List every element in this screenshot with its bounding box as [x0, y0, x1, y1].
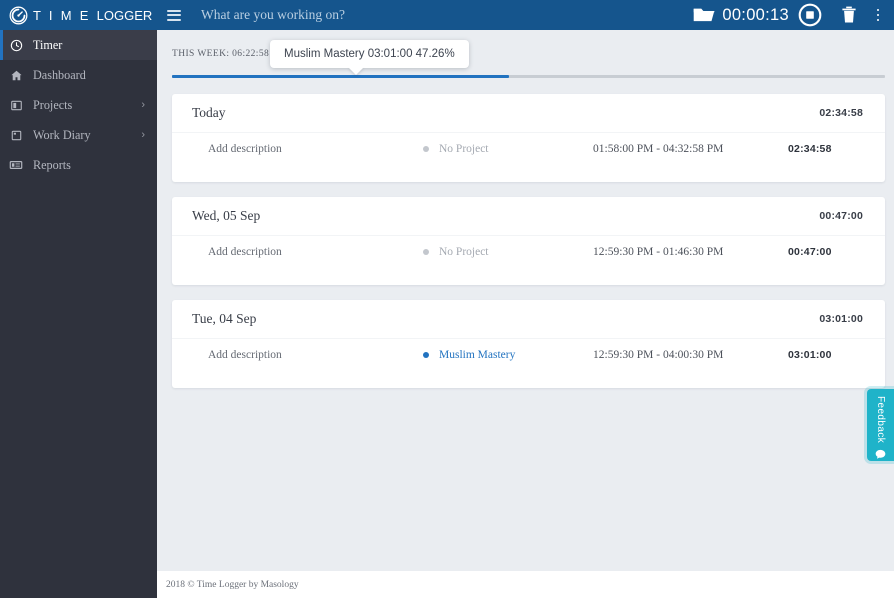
vertical-dots-icon	[876, 13, 880, 17]
progress-fill	[172, 75, 509, 78]
entry-duration: 02:34:58	[788, 143, 832, 155]
sidebar-item-dashboard[interactable]: Dashboard	[0, 60, 157, 90]
stop-button-icon	[798, 3, 822, 27]
home-icon	[9, 68, 23, 82]
clock-gauge-icon	[9, 6, 28, 24]
hamburger-line	[167, 18, 181, 21]
timer-controls: 00:00:13	[691, 2, 888, 28]
day-card: Tue, 04 Sep 03:01:00 Add description Muslim…	[172, 300, 885, 388]
sidebar-item-label: Work Diary	[33, 127, 91, 142]
sidebar-item-label: Projects	[33, 97, 73, 112]
day-cards-list: Today 02:34:58 Add description No Project 01…	[157, 79, 894, 388]
week-progress-bar[interactable]: Muslim Mastery 03:01:00 47.26%	[172, 40, 885, 79]
trash-icon	[842, 6, 856, 23]
sidebar-item-timer[interactable]: Timer	[0, 30, 157, 60]
feedback-label: Feedback	[875, 396, 886, 444]
sidebar-item-projects[interactable]: Projects ›	[0, 90, 157, 120]
time-entry-row[interactable]: Add description No Project 01:58:00 PM - 0…	[172, 132, 885, 165]
project-color-dot-icon	[423, 249, 429, 255]
entry-description-field[interactable]: Add description	[208, 246, 423, 258]
vertical-dots-icon	[876, 18, 880, 22]
day-card-header: Today 02:34:58	[172, 94, 885, 132]
brand-name: T I M E LOGGER	[33, 8, 152, 23]
running-timer-value: 00:00:13	[722, 5, 789, 24]
day-card-header: Tue, 04 Sep 03:01:00	[172, 300, 885, 338]
chat-bubble-icon	[875, 450, 886, 459]
feedback-tab[interactable]: Feedback	[867, 389, 894, 461]
folder-icon	[694, 8, 715, 22]
delete-entry-button[interactable]	[822, 3, 862, 27]
sidebar-item-reports[interactable]: Reports	[0, 150, 157, 180]
stop-timer-button[interactable]	[798, 3, 822, 27]
day-date-label: Today	[192, 105, 226, 120]
entry-duration: 03:01:00	[788, 349, 832, 361]
sidebar-item-work-diary[interactable]: Work Diary ›	[0, 120, 157, 150]
day-total-duration: 03:01:00	[819, 313, 863, 325]
top-bar: T I M E LOGGER 00:00:13	[0, 0, 894, 30]
day-card-footer	[172, 165, 885, 182]
sidebar-item-label: Dashboard	[33, 67, 86, 82]
week-total-label: THIS WEEK: 06:22:58	[172, 49, 270, 59]
entry-time-range: 12:59:30 PM - 01:46:30 PM	[593, 246, 724, 258]
clock-icon	[9, 38, 23, 52]
chevron-right-icon: ›	[141, 99, 145, 111]
entry-project[interactable]: No Project	[423, 143, 593, 155]
copyright-text: 2018 © Time Logger by Masology	[166, 579, 299, 590]
hamburger-line	[167, 9, 181, 12]
day-card: Today 02:34:58 Add description No Project 01…	[172, 94, 885, 182]
entry-duration: 00:47:00	[788, 246, 832, 258]
day-total-duration: 00:47:00	[819, 210, 863, 222]
more-options-button[interactable]	[868, 3, 888, 27]
project-folder-button[interactable]	[691, 2, 717, 28]
time-entry-row[interactable]: Add description Muslim Mastery 12:59:30 PM…	[172, 338, 885, 371]
main-content: THIS WEEK: 06:22:58 Muslim Mastery 03:01…	[157, 30, 894, 598]
progress-tooltip: Muslim Mastery 03:01:00 47.26%	[270, 40, 469, 68]
entry-time-range: 01:58:00 PM - 04:32:58 PM	[593, 143, 724, 155]
project-color-dot-icon	[423, 352, 429, 358]
day-date-label: Tue, 04 Sep	[192, 311, 257, 326]
sidebar-navigation: Timer Dashboard Projects › Work Diary ›	[0, 30, 157, 598]
project-color-dot-icon	[423, 146, 429, 152]
sidebar-item-label: Timer	[33, 37, 63, 52]
project-name-label: No Project	[439, 143, 489, 155]
entry-project[interactable]: No Project	[423, 246, 593, 258]
entry-description-field[interactable]: Add description	[208, 349, 423, 361]
day-card-footer	[172, 371, 885, 388]
day-total-duration: 02:34:58	[819, 107, 863, 119]
entry-project[interactable]: Muslim Mastery	[423, 349, 593, 361]
entry-description-field[interactable]: Add description	[208, 143, 423, 155]
hamburger-menu-icon[interactable]	[167, 9, 181, 21]
day-card-header: Wed, 05 Sep 00:47:00	[172, 197, 885, 235]
notebook-icon	[9, 128, 23, 142]
day-card: Wed, 05 Sep 00:47:00 Add description No Pro…	[172, 197, 885, 285]
brand-logo[interactable]: T I M E LOGGER	[0, 0, 157, 30]
page-footer: 2018 © Time Logger by Masology	[157, 571, 894, 598]
time-entry-row[interactable]: Add description No Project 12:59:30 PM - 0…	[172, 235, 885, 268]
task-description-input[interactable]	[201, 7, 692, 23]
brand-name-part2: LOGGER	[96, 7, 153, 23]
project-name-label: No Project	[439, 246, 489, 258]
vertical-dots-icon	[876, 8, 880, 12]
sidebar-item-label: Reports	[33, 157, 71, 172]
project-name-label[interactable]: Muslim Mastery	[439, 349, 515, 361]
day-card-footer	[172, 268, 885, 285]
brand-name-part1: T I M E	[33, 7, 97, 23]
entry-time-range: 12:59:30 PM - 04:00:30 PM	[593, 349, 724, 361]
chevron-right-icon: ›	[141, 129, 145, 141]
id-card-icon	[9, 158, 23, 172]
day-date-label: Wed, 05 Sep	[192, 208, 261, 223]
hamburger-line	[167, 14, 181, 16]
week-summary-row: THIS WEEK: 06:22:58	[157, 43, 894, 65]
book-icon	[9, 98, 23, 112]
